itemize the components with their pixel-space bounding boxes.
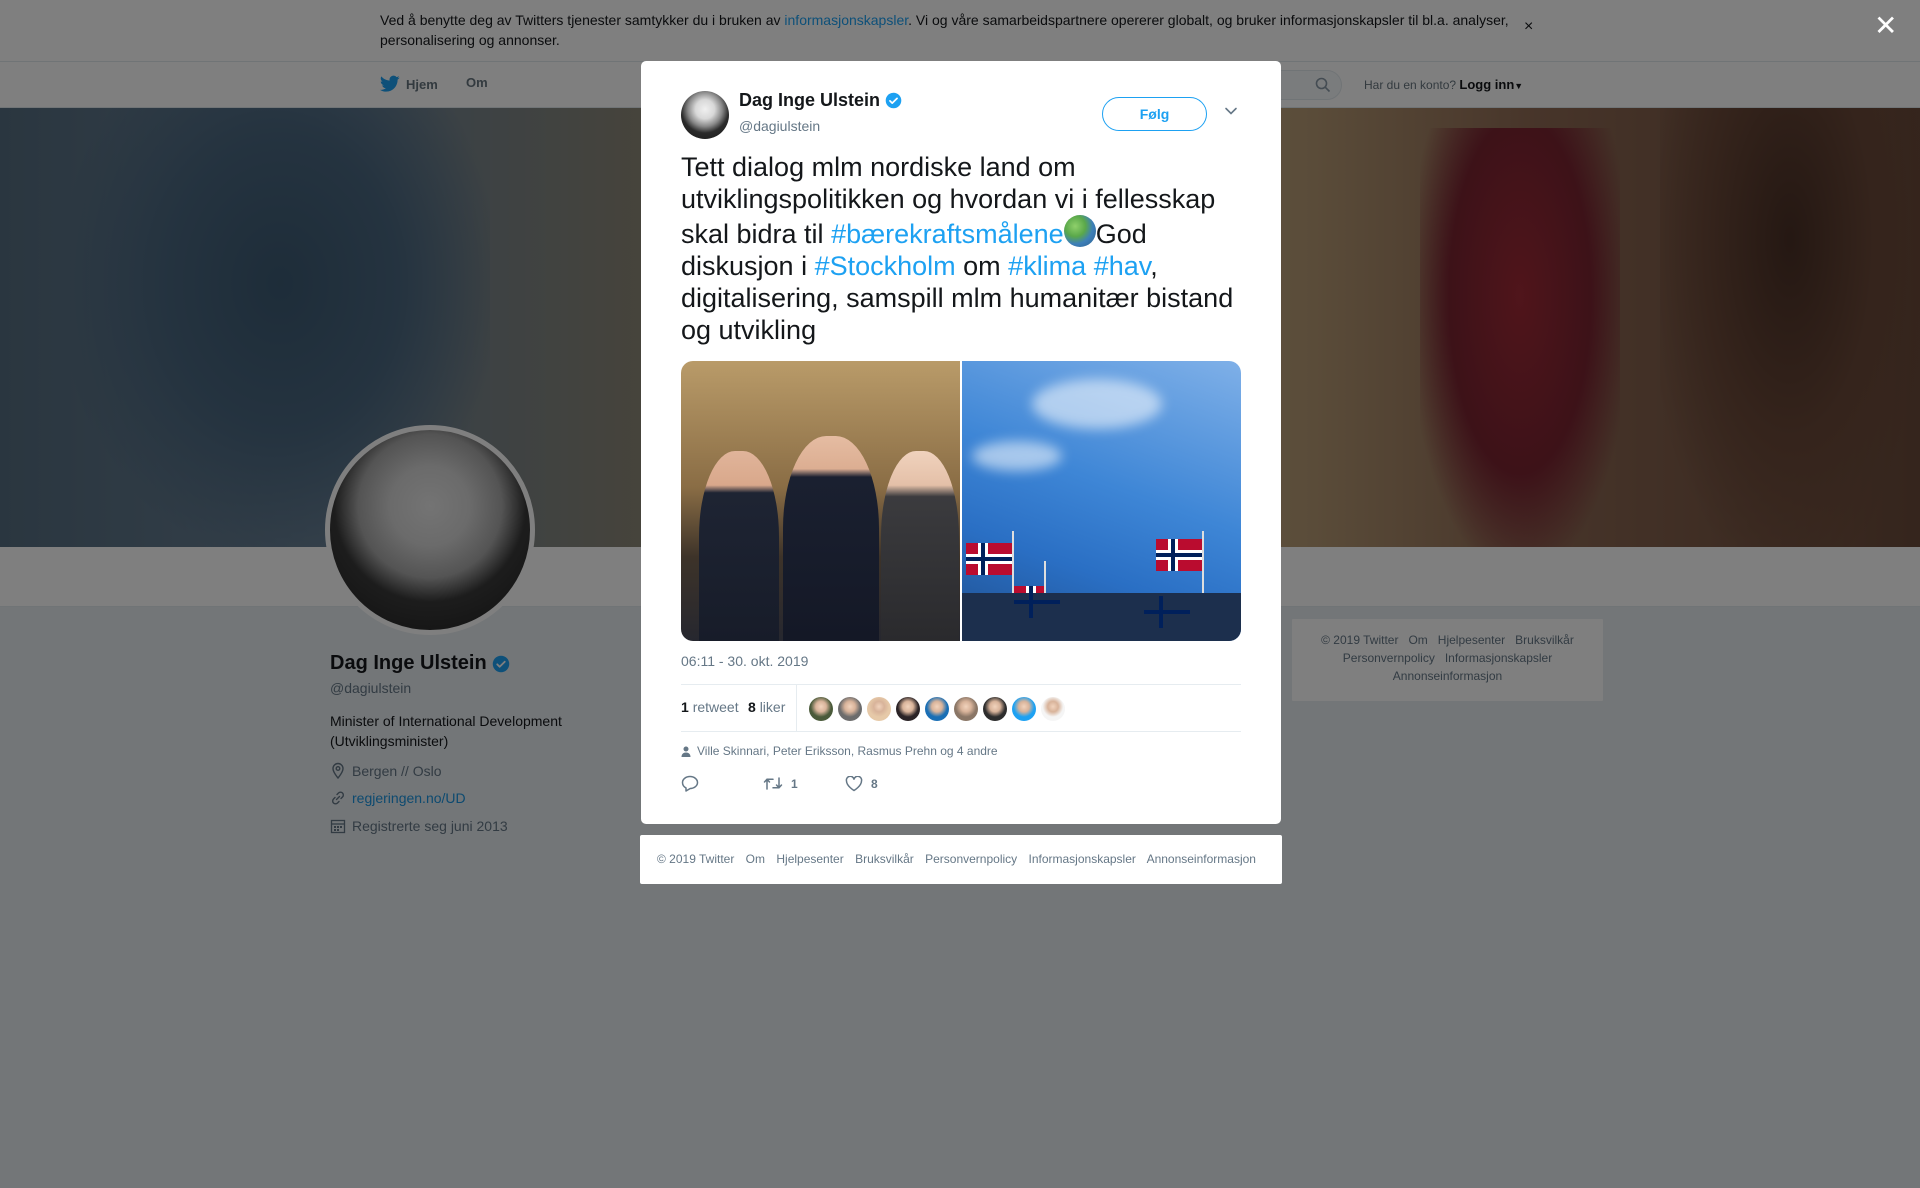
liker-avatar[interactable] (809, 697, 833, 721)
liker-avatar[interactable] (1012, 697, 1036, 721)
tweet-stats: 1 retweet 8 liker (681, 684, 1241, 732)
like-button[interactable]: 8 (845, 775, 878, 792)
hashtag-link[interactable]: #Stockholm (815, 251, 956, 281)
photo-person (783, 436, 879, 641)
liked-by-line: Ville Skinnari, Peter Eriksson, Rasmus P… (681, 744, 998, 758)
globe-emoji-icon (1063, 215, 1096, 247)
retweet-button[interactable]: 1 (763, 776, 845, 791)
tweet-author-handle[interactable]: @dagiulstein (739, 118, 820, 134)
modal-footer: © 2019 Twitter Om Hjelpesenter Bruksvilk… (640, 835, 1282, 884)
retweet-label: retweet (692, 699, 739, 715)
close-icon[interactable]: ✕ (1874, 12, 1897, 40)
tweet-photo-ministers[interactable] (681, 361, 960, 641)
liker-avatars (809, 697, 1065, 721)
like-stat[interactable]: 8 liker (748, 699, 785, 715)
follow-button[interactable]: Følg (1102, 97, 1207, 131)
footer-link-om[interactable]: Om (746, 852, 765, 866)
like-action-count: 8 (871, 776, 878, 791)
photo-flag (966, 543, 1012, 575)
like-count: 8 (748, 699, 756, 715)
tweet-actions: 1 8 (681, 775, 878, 792)
hashtag-link[interactable]: #hav (1094, 251, 1151, 281)
tweet-text-part: om (955, 251, 1009, 281)
hashtag-link[interactable]: #klima (1008, 251, 1086, 281)
footer-link-bruksvilkar[interactable]: Bruksvilkår (855, 852, 914, 866)
footer-link-informasjonskapsler[interactable]: Informasjonskapsler (1029, 852, 1136, 866)
liker-avatar[interactable] (954, 697, 978, 721)
heart-icon (845, 775, 863, 791)
person-icon (681, 746, 691, 757)
stats-divider (796, 685, 797, 731)
photo-person (881, 451, 959, 641)
liker-avatar[interactable] (983, 697, 1007, 721)
liked-by-text[interactable]: Ville Skinnari, Peter Eriksson, Rasmus P… (697, 744, 998, 758)
like-label: liker (759, 699, 786, 715)
reply-button[interactable] (681, 775, 763, 792)
retweet-action-count: 1 (791, 776, 798, 791)
liker-avatar[interactable] (1041, 697, 1065, 721)
photo-cloud (1032, 379, 1162, 429)
tweet-text-part (1086, 251, 1094, 281)
tweet-media (681, 361, 1241, 641)
reply-icon (681, 775, 699, 792)
tweet-modal: Dag Inge Ulstein @dagiulstein Følg Tett … (641, 61, 1281, 824)
chevron-down-icon[interactable] (1224, 106, 1238, 116)
footer-link-hjelpesenter[interactable]: Hjelpesenter (776, 852, 843, 866)
footer-copyright: © 2019 Twitter (657, 852, 735, 866)
footer-link-personvern[interactable]: Personvernpolicy (925, 852, 1017, 866)
footer-link-annonseinformasjon[interactable]: Annonseinformasjon (1147, 852, 1256, 866)
tweet-author-name-text: Dag Inge Ulstein (739, 90, 881, 110)
liker-avatar[interactable] (925, 697, 949, 721)
photo-person (699, 451, 779, 641)
liker-avatar[interactable] (896, 697, 920, 721)
tweet-author-avatar[interactable] (681, 91, 729, 139)
retweet-stat[interactable]: 1 retweet (681, 699, 739, 715)
tweet-author-name[interactable]: Dag Inge Ulstein (739, 90, 902, 111)
photo-building (962, 593, 1241, 641)
tweet-text: Tett dialog mlm nordiske land om utvikli… (681, 151, 1251, 346)
retweet-icon (763, 777, 783, 790)
tweet-photo-flags[interactable] (962, 361, 1241, 641)
liker-avatar[interactable] (838, 697, 862, 721)
photo-cloud (972, 441, 1062, 471)
liker-avatar[interactable] (867, 697, 891, 721)
photo-flag (1156, 539, 1202, 571)
verified-badge-icon (885, 92, 902, 109)
tweet-timestamp[interactable]: 06:11 - 30. okt. 2019 (681, 653, 808, 669)
hashtag-link[interactable]: #bærekraftsmålene (831, 219, 1064, 249)
retweet-count: 1 (681, 699, 689, 715)
